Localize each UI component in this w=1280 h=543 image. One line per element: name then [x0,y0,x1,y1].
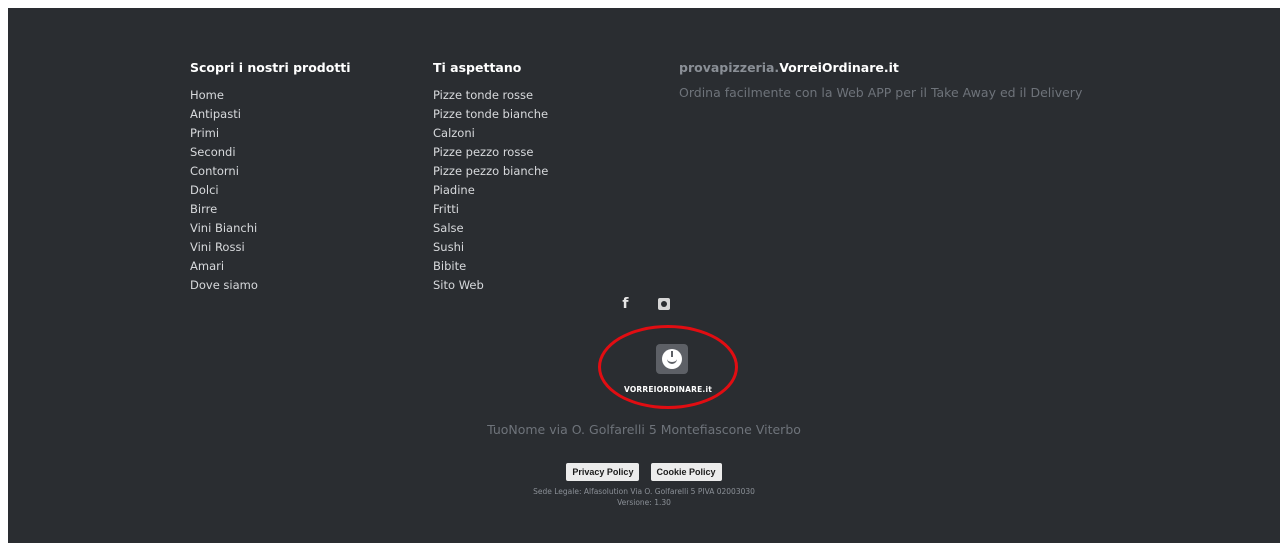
product-link[interactable]: Birre [190,200,410,219]
products-column: Scopri i nostri prodotti Home Antipasti … [190,60,410,295]
site-footer: Scopri i nostri prodotti Home Antipasti … [8,8,1280,543]
category-link[interactable]: Fritti [433,200,653,219]
category-link[interactable]: Pizze tonde bianche [433,105,653,124]
legal-line: Sede Legale: Alfasolution Via O. Golfare… [533,487,755,496]
brand-title-prefix: provapizzeria. [679,60,780,75]
waiting-list: Pizze tonde rosse Pizze tonde bianche Ca… [433,86,653,295]
waiting-column: Ti aspettano Pizze tonde rosse Pizze ton… [433,60,653,295]
products-heading: Scopri i nostri prodotti [190,60,351,75]
category-link[interactable]: Pizze pezzo rosse [433,143,653,162]
version-line: Versione: 1.30 [617,498,671,507]
category-link[interactable]: Calzoni [433,124,653,143]
product-link[interactable]: Contorni [190,162,410,181]
brand-column: provapizzeria.VorreiOrdinare.it Ordina f… [679,60,1239,101]
legal-info: Sede Legale: Alfasolution Via O. Golfare… [8,486,1280,508]
brand-title: provapizzeria.VorreiOrdinare.it [679,60,1239,76]
category-link[interactable]: Sushi [433,238,653,257]
brand-title-main: VorreiOrdinare.it [779,60,899,75]
category-link[interactable]: Pizze tonde rosse [433,86,653,105]
instagram-icon[interactable] [657,297,670,310]
product-link[interactable]: Dolci [190,181,410,200]
cookie-policy-button[interactable]: Cookie Policy [650,463,722,481]
vorreiordinare-logo[interactable]: VORREIORDINARE.it [598,325,738,409]
product-link[interactable]: Secondi [190,143,410,162]
product-link[interactable]: Antipasti [190,105,410,124]
product-link[interactable]: Vini Rossi [190,238,410,257]
facebook-icon[interactable]: f [618,297,632,311]
privacy-policy-button[interactable]: Privacy Policy [566,463,640,481]
logo-text: VORREIORDINARE.it [623,385,713,394]
category-link[interactable]: Pizze pezzo bianche [433,162,653,181]
product-link[interactable]: Home [190,86,410,105]
policy-links: Privacy Policy Cookie Policy [8,460,1280,481]
brand-tagline: Ordina facilmente con la Web APP per il … [679,85,1083,100]
category-link[interactable]: Salse [433,219,653,238]
product-link[interactable]: Primi [190,124,410,143]
category-link[interactable]: Bibite [433,257,653,276]
footer-address: TuoNome via O. Golfarelli 5 Montefiascon… [487,422,801,437]
category-link[interactable]: Piadine [433,181,653,200]
power-smile-icon [656,344,688,374]
waiting-heading: Ti aspettano [433,60,522,75]
product-link[interactable]: Vini Bianchi [190,219,410,238]
product-link[interactable]: Amari [190,257,410,276]
social-links: f [8,293,1280,312]
products-list: Home Antipasti Primi Secondi Contorni Do… [190,86,410,295]
